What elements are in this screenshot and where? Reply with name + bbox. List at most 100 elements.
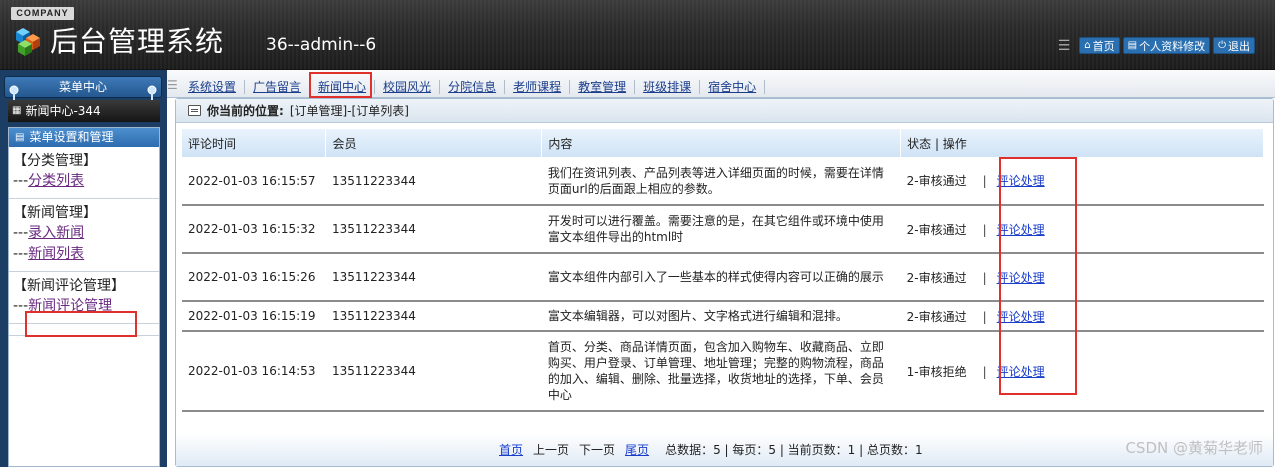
cell-content: 富文本编辑器，可以对图片、文字格式进行编辑和混排。 — [541, 301, 901, 332]
separator: | — [982, 364, 987, 379]
prev-page-text: 上一页 — [533, 443, 570, 457]
breadcrumb-label: 你当前的位置: — [207, 104, 284, 118]
cell-time: 2022-01-03 16:15:32 — [182, 205, 326, 254]
power-icon: ⏻ — [1218, 40, 1226, 51]
menu-link-news-list[interactable]: 新闻列表 — [28, 246, 84, 262]
menu-item-row: ---新闻评论管理 — [13, 296, 155, 317]
pagination-stats: 总数据：5 | 每页：5 | 当前页数：1 | 总页数：1 — [665, 443, 923, 457]
comment-process-link[interactable]: 评论处理 — [997, 271, 1045, 285]
table-header-row: 评论时间 会员 内容 状态 | 操作 — [182, 129, 1264, 157]
menu-center-label: 菜单中心 — [58, 80, 107, 94]
first-page-link[interactable]: 首页 — [499, 441, 523, 458]
menu-group-title: 【新闻管理】 — [13, 205, 97, 221]
comment-process-link[interactable]: 评论处理 — [997, 174, 1045, 188]
column-header-content: 内容 — [541, 129, 902, 157]
logout-label: 退出 — [1228, 39, 1250, 53]
tab-separator — [764, 79, 766, 94]
menu-management-title: 菜单设置和管理 — [29, 130, 114, 144]
tab-dormitory-center[interactable]: 宿舍中心 — [700, 78, 764, 95]
cell-time: 2022-01-03 16:14:53 — [182, 331, 326, 412]
grip-icon: ☰ — [1057, 37, 1071, 54]
top-header: COMPANY 后台管理系统 36--admin--6 ☰ ⌂ 首页 ▤ 个人资… — [0, 0, 1275, 70]
sidebar-item-news-center[interactable]: ▦ 新闻中心-344 — [8, 100, 160, 122]
cell-time: 2022-01-03 16:15:19 — [182, 301, 326, 332]
tab-teacher-courses[interactable]: 老师课程 — [505, 78, 569, 95]
comment-process-link[interactable]: 评论处理 — [997, 365, 1045, 379]
status-text: 2-审核通过 — [906, 174, 967, 188]
status-text: 2-审核通过 — [906, 222, 967, 237]
tab-class-scheduling[interactable]: 班级排课 — [635, 78, 699, 95]
cell-member: 13511223344 — [325, 205, 542, 254]
divider — [9, 324, 159, 336]
column-header-comment-time: 评论时间 — [182, 129, 327, 157]
home-icon: ⌂ — [1084, 40, 1091, 51]
menu-group-title: 【分类管理】 — [13, 153, 97, 169]
menu-group-category: 【分类管理】 ---分类列表 — [9, 147, 159, 199]
home-button[interactable]: ⌂ 首页 — [1079, 37, 1120, 54]
menu-item-prefix: --- — [13, 298, 29, 314]
menu-management-header: ▤ 菜单设置和管理 — [9, 128, 159, 147]
table-row: 2022-01-03 16:15:57 13511223344 我们在资讯列表、… — [182, 157, 1264, 206]
window-icon — [188, 105, 201, 116]
cell-member: 13511223344 — [325, 301, 542, 332]
system-title: 后台管理系统 — [50, 25, 225, 58]
table-row: 2022-01-03 16:14:53 13511223344 首页、分类、商品… — [182, 331, 1264, 412]
tab-ads-messages[interactable]: 广告留言 — [245, 78, 309, 95]
grid-icon: ▦ — [12, 105, 22, 116]
home-button-label: 首页 — [1092, 39, 1115, 53]
menu-group-news-comments: 【新闻评论管理】 ---新闻评论管理 — [9, 272, 159, 324]
menu-group-news: 【新闻管理】 ---录入新闻 ---新闻列表 — [9, 199, 159, 272]
menu-link-category-list[interactable]: 分类列表 — [28, 173, 84, 189]
tab-news-center[interactable]: 新闻中心 — [310, 78, 374, 95]
table-row: 2022-01-03 16:15:32 13511223344 开发时可以进行覆… — [182, 205, 1264, 254]
cell-status-action: 2-审核通过 | 评论处理 — [900, 157, 1264, 206]
menu-item-row: ---分类列表 — [13, 171, 155, 192]
company-badge: COMPANY — [11, 7, 74, 20]
current-user-label: 36--admin--6 — [266, 35, 377, 55]
tab-branch-info[interactable]: 分院信息 — [440, 78, 504, 95]
module-tab-bar: ☰ 系统设置 广告留言 新闻中心 校园风光 分院信息 老师课程 教室管理 班级排… — [167, 70, 1275, 98]
next-page-text: 下一页 — [579, 443, 616, 457]
cell-content: 开发时可以进行覆盖。需要注意的是，在其它组件或环境中使用富文本组件导出的html… — [541, 205, 901, 254]
column-header-status-action: 状态 | 操作 — [900, 129, 1264, 157]
cell-status-action: 2-审核通过 | 评论处理 — [900, 205, 1264, 254]
cell-status-action: 2-审核通过 | 评论处理 — [900, 253, 1264, 302]
sidebar-news-center-label: 新闻中心-344 — [25, 104, 101, 118]
comment-table: 评论时间 会员 内容 状态 | 操作 2022-01-03 16:15:57 1… — [182, 129, 1264, 412]
tab-classroom-management[interactable]: 教室管理 — [570, 78, 634, 95]
status-text: 2-审核通过 — [906, 270, 967, 285]
menu-item-prefix: --- — [13, 246, 29, 262]
tab-system-settings[interactable]: 系统设置 — [180, 78, 244, 95]
separator: | — [982, 174, 987, 188]
menu-item-prefix: --- — [13, 173, 29, 189]
menu-link-news-comment-manage[interactable]: 新闻评论管理 — [28, 298, 112, 314]
breadcrumb-path: [订单管理]-[订单列表] — [289, 104, 409, 118]
logout-button[interactable]: ⏻ 退出 — [1213, 37, 1255, 54]
separator: | — [982, 222, 987, 237]
watermark: CSDN @黄菊华老师 — [1125, 439, 1263, 457]
grip-icon: ☰ — [167, 78, 178, 92]
cell-content: 首页、分类、商品详情页面，包含加入购物车、收藏商品、立即购买、用户登录、订单管理… — [541, 331, 901, 412]
pagination: 首页 上一页 下一页 尾页 总数据：5 | 每页：5 | 当前页数：1 | 总页… — [176, 433, 1273, 466]
status-text: 2-审核通过 — [906, 309, 967, 324]
menu-center-header[interactable]: 菜单中心 — [4, 76, 162, 106]
comment-process-link[interactable]: 评论处理 — [997, 310, 1045, 324]
cell-member: 13511223344 — [325, 253, 542, 302]
separator: | — [982, 309, 987, 324]
last-page-link[interactable]: 尾页 — [625, 441, 649, 458]
comment-process-link[interactable]: 评论处理 — [997, 223, 1045, 237]
cell-time: 2022-01-03 16:15:26 — [182, 253, 326, 302]
menu-group-title: 【新闻评论管理】 — [13, 278, 125, 294]
profile-edit-button[interactable]: ▤ 个人资料修改 — [1122, 37, 1211, 54]
cell-status-action: 1-审核拒绝 | 评论处理 — [900, 331, 1264, 412]
menu-link-add-news[interactable]: 录入新闻 — [28, 225, 84, 241]
main-content-panel: 你当前的位置: [订单管理]-[订单列表] 评论时间 会员 内容 状态 | 操作… — [175, 98, 1274, 467]
cell-member: 13511223344 — [325, 157, 542, 206]
table-row: 2022-01-03 16:15:19 13511223344 富文本编辑器，可… — [182, 301, 1264, 332]
profile-edit-label: 个人资料修改 — [1139, 39, 1206, 53]
cell-status-action: 2-审核通过 | 评论处理 — [900, 301, 1264, 332]
tab-campus-scenery[interactable]: 校园风光 — [375, 78, 439, 95]
list-icon: ▤ — [15, 132, 25, 143]
left-sidebar: 菜单中心 ▦ 新闻中心-344 ▤ 菜单设置和管理 【分类管理】 ---分类列表… — [0, 70, 167, 467]
profile-icon: ▤ — [1127, 40, 1138, 51]
